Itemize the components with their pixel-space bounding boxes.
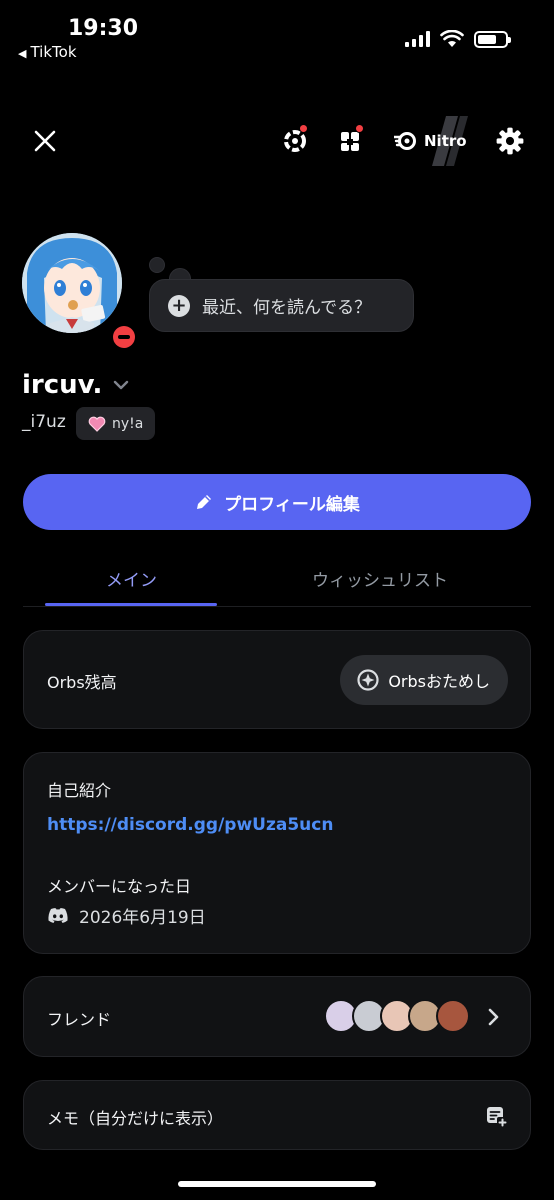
add-note-icon[interactable]	[484, 1104, 508, 1128]
back-to-app-link[interactable]: ◀ TikTok	[18, 43, 77, 61]
status-indicators	[405, 30, 511, 48]
battery-icon	[474, 30, 511, 48]
signal-icon	[405, 31, 430, 47]
friends-label: フレンド	[47, 1010, 112, 1029]
tab-divider	[23, 606, 531, 607]
orb-icon	[357, 669, 379, 691]
nitro-icon	[394, 132, 416, 150]
avatar[interactable]	[22, 233, 122, 333]
gear-icon[interactable]	[495, 126, 525, 156]
member-since-row: 2026年6月19日	[47, 903, 206, 928]
heart-icon	[88, 416, 106, 432]
tab-wishlist[interactable]: ウィッシュリスト	[312, 566, 448, 591]
home-indicator[interactable]	[178, 1181, 376, 1187]
avatar-image	[22, 233, 122, 333]
active-tab-indicator	[45, 603, 217, 606]
display-name-row[interactable]: ircuv.	[22, 370, 130, 400]
about-me-card: 自己紹介 https://discord.gg/pwUza5ucn メンバーにな…	[23, 752, 531, 954]
friends-card[interactable]: フレンド	[23, 976, 531, 1057]
member-since-heading: メンバーになった日	[47, 877, 192, 896]
notification-dot	[355, 124, 364, 133]
orbs-card: Orbs残高 Orbsおためし	[23, 630, 531, 729]
nitro-label: Nitro	[424, 132, 467, 150]
chevron-right-icon	[488, 1008, 499, 1026]
username: _i7uz	[22, 412, 66, 432]
tab-main[interactable]: メイン	[106, 566, 157, 591]
about-me-heading: 自己紹介	[47, 781, 112, 800]
invite-link[interactable]: https://discord.gg/pwUza5ucn	[47, 815, 333, 835]
edit-profile-button[interactable]: プロフィール編集	[23, 474, 531, 530]
thought-bubble-dot-small	[149, 257, 165, 273]
plus-icon: +	[168, 294, 190, 317]
quests-button[interactable]	[281, 124, 311, 156]
custom-status-placeholder: 最近、何を読んでる？	[202, 298, 372, 318]
orbs-trial-button[interactable]: Orbsおためし	[340, 655, 508, 705]
close-icon[interactable]	[30, 126, 60, 156]
clan-tag-label: ny!a	[112, 415, 144, 432]
nitro-button[interactable]: Nitro	[394, 118, 467, 164]
notification-dot	[299, 124, 308, 133]
shop-button[interactable]	[337, 124, 367, 156]
display-name: ircuv.	[22, 370, 103, 400]
discord-icon	[48, 908, 68, 923]
edit-profile-label: プロフィール編集	[224, 494, 360, 515]
chevron-down-icon	[114, 380, 129, 390]
note-label: メモ（自分だけに表示）	[47, 1109, 224, 1128]
wifi-icon	[440, 30, 464, 47]
pencil-icon	[197, 495, 212, 509]
custom-status-bubble[interactable]: + 最近、何を読んでる？	[149, 279, 414, 332]
back-app-label: TikTok	[30, 43, 77, 61]
orbs-trial-label: Orbsおためし	[388, 672, 490, 691]
orbs-balance-label: Orbs残高	[47, 673, 117, 692]
status-time: 19:30	[68, 16, 139, 41]
friend-avatar	[436, 999, 470, 1033]
friend-avatars	[324, 999, 474, 1033]
member-since-date: 2026年6月19日	[79, 908, 206, 928]
clan-tag-chip[interactable]: ny!a	[76, 407, 156, 440]
dnd-status-icon	[109, 322, 139, 352]
note-card[interactable]: メモ（自分だけに表示）	[23, 1080, 531, 1150]
back-triangle-icon: ◀	[18, 47, 27, 60]
